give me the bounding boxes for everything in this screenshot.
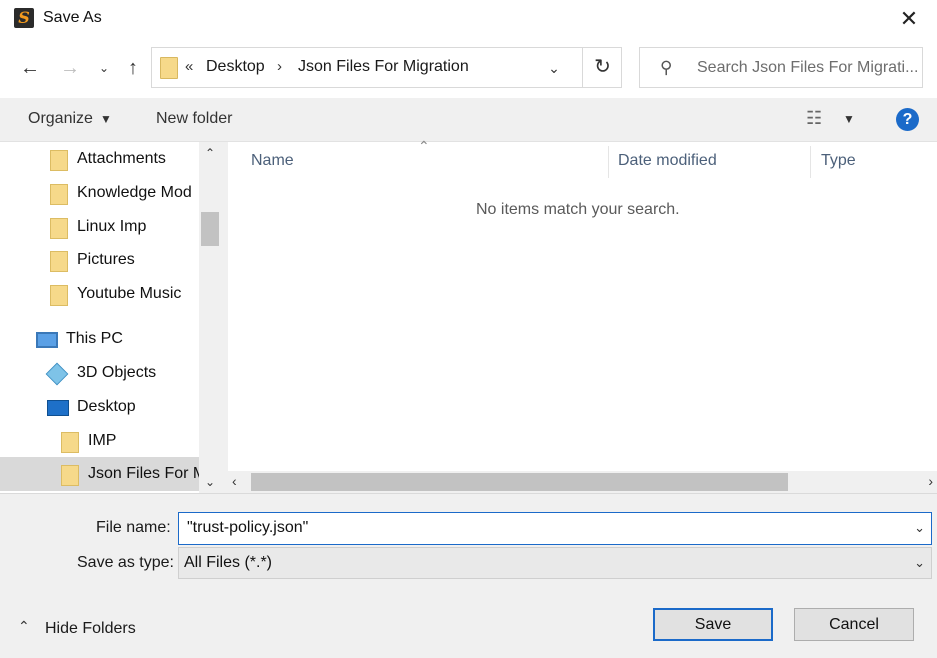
sidebar-item-youtube-music[interactable]: Youtube Music: [0, 279, 199, 309]
sidebar-item-imp[interactable]: IMP: [0, 426, 199, 456]
save-button[interactable]: Save: [653, 608, 773, 641]
address-bar[interactable]: « Desktop › Json Files For Migration ⌄ ↻: [151, 47, 622, 88]
folder-icon: [61, 432, 79, 453]
caret-down-icon[interactable]: ▼: [843, 112, 855, 126]
scrollbar-thumb[interactable]: [251, 473, 788, 491]
breadcrumb-overflow[interactable]: «: [185, 58, 193, 75]
folder-icon: [50, 285, 68, 306]
window-title: Save As: [43, 9, 102, 26]
save-options-panel: File name: "trust-policy.json" ⌄ Save as…: [0, 493, 937, 658]
save-as-dialog: S Save As ✕ ← → ⌄ ↑ « Desktop › Json Fil…: [0, 0, 937, 658]
navigation-pane-scrollbar[interactable]: ⌃ ⌄: [199, 142, 221, 493]
breadcrumb-separator-icon: ›: [277, 58, 282, 75]
chevron-up-icon[interactable]: ⌃: [18, 618, 30, 635]
column-header-name[interactable]: Name: [251, 152, 294, 170]
sidebar-item-label: IMP: [88, 432, 117, 449]
cancel-button[interactable]: Cancel: [794, 608, 914, 641]
caret-down-icon[interactable]: ▼: [100, 112, 112, 126]
sidebar-item-attachments[interactable]: Attachments: [0, 144, 199, 174]
up-arrow-icon[interactable]: ↑: [121, 56, 145, 80]
search-icon: ⚲: [660, 58, 673, 77]
close-icon[interactable]: ✕: [891, 4, 927, 34]
save-as-type-label: Save as type:: [77, 554, 174, 571]
column-header-date-modified[interactable]: Date modified: [618, 152, 717, 170]
sidebar-item-pictures[interactable]: Pictures: [0, 245, 199, 275]
file-name-label: File name:: [96, 519, 171, 536]
desktop-icon: [47, 400, 69, 416]
file-name-value[interactable]: "trust-policy.json": [187, 519, 308, 537]
sidebar-item-label: Desktop: [77, 398, 136, 415]
help-icon[interactable]: ?: [896, 108, 919, 131]
sidebar-item-json-files-for-migration[interactable]: Json Files For M: [0, 457, 199, 491]
folder-icon: [160, 57, 178, 79]
sidebar-item-linux-imp[interactable]: Linux Imp: [0, 212, 199, 242]
sidebar-item-label: Youtube Music: [77, 285, 182, 302]
sidebar-item-label: 3D Objects: [77, 364, 157, 381]
sidebar-item-label: Knowledge Mod: [77, 184, 192, 201]
folder-icon: [61, 465, 79, 486]
chevron-down-icon[interactable]: ⌄: [914, 520, 925, 536]
file-list[interactable]: ⌃ Name Date modified Type No items match…: [228, 138, 937, 493]
sidebar-item-label: Json Files For M: [88, 465, 199, 482]
sidebar-item-this-pc[interactable]: This PC: [0, 324, 199, 354]
sidebar-item-label: Pictures: [77, 251, 135, 268]
column-header-type[interactable]: Type: [821, 152, 856, 170]
column-divider[interactable]: [810, 146, 811, 178]
chevron-down-icon[interactable]: ⌄: [542, 56, 566, 80]
forward-arrow-icon[interactable]: →: [58, 56, 82, 80]
column-divider[interactable]: [608, 146, 609, 178]
chevron-down-icon[interactable]: ⌄: [914, 555, 925, 571]
folder-icon: [50, 218, 68, 239]
empty-message: No items match your search.: [476, 201, 680, 218]
folder-icon: [50, 150, 68, 171]
sidebar-item-knowledge-mod[interactable]: Knowledge Mod: [0, 178, 199, 208]
sort-ascending-icon: ⌃: [418, 138, 430, 154]
file-list-horizontal-scrollbar[interactable]: ‹ ›: [228, 471, 937, 493]
navigation-pane[interactable]: Attachments Knowledge Mod Linux Imp Pict…: [0, 142, 221, 493]
search-box[interactable]: ⚲ Search Json Files For Migrati...: [639, 47, 923, 88]
back-arrow-icon[interactable]: ←: [18, 56, 42, 80]
scroll-up-icon[interactable]: ⌃: [199, 146, 221, 160]
folder-icon: [50, 184, 68, 205]
save-as-type-select[interactable]: All Files (*.*) ⌄: [178, 547, 932, 579]
organize-button[interactable]: Organize: [28, 110, 93, 128]
sublime-app-icon: S: [14, 8, 34, 28]
command-bar: Organize ▼ New folder ☷ ▼ ?: [0, 98, 937, 142]
sidebar-item-label: Attachments: [77, 150, 166, 167]
save-as-type-value: All Files (*.*): [184, 554, 273, 571]
sidebar-item-desktop[interactable]: Desktop: [0, 392, 199, 422]
view-options-icon[interactable]: ☷: [806, 108, 822, 129]
3d-objects-icon: [45, 362, 69, 386]
scroll-down-icon[interactable]: ⌄: [199, 475, 221, 489]
sidebar-item-label: This PC: [66, 330, 123, 347]
pc-icon: [36, 332, 58, 348]
search-input[interactable]: Search Json Files For Migrati...: [697, 59, 919, 77]
scroll-left-icon[interactable]: ‹: [232, 473, 237, 489]
hide-folders-button[interactable]: Hide Folders: [45, 620, 136, 638]
new-folder-button[interactable]: New folder: [156, 110, 232, 128]
breadcrumb-current-folder[interactable]: Json Files For Migration: [298, 58, 469, 76]
file-name-field[interactable]: "trust-policy.json" ⌄: [178, 512, 932, 545]
recent-locations-chevron-icon[interactable]: ⌄: [92, 56, 116, 80]
scrollbar-thumb[interactable]: [201, 212, 219, 246]
breadcrumb-desktop[interactable]: Desktop: [206, 58, 265, 76]
refresh-icon[interactable]: ↻: [582, 48, 622, 87]
title-bar: S Save As ✕: [0, 0, 937, 38]
sidebar-item-3d-objects[interactable]: 3D Objects: [0, 358, 199, 388]
folder-icon: [50, 251, 68, 272]
navigation-bar: ← → ⌄ ↑ « Desktop › Json Files For Migra…: [0, 38, 937, 98]
sidebar-item-label: Linux Imp: [77, 218, 147, 235]
scroll-right-icon[interactable]: ›: [928, 473, 933, 489]
